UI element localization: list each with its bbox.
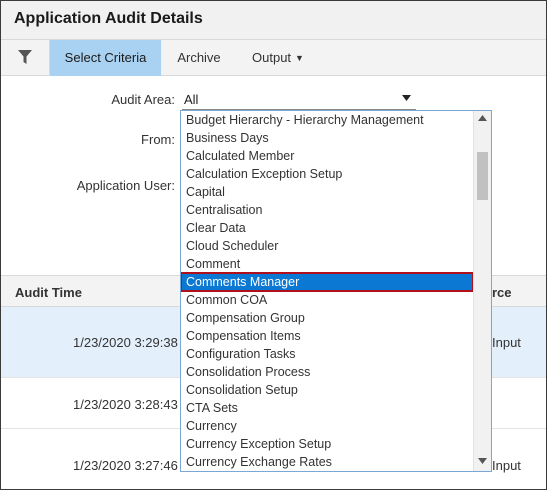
- toolbar: Select Criteria Archive Output ▼: [1, 40, 546, 76]
- column-header-source[interactable]: rce: [492, 285, 512, 300]
- dropdown-option[interactable]: Centralisation: [181, 201, 473, 219]
- dropdown-option[interactable]: Currency: [181, 417, 473, 435]
- tab-output[interactable]: Output ▼: [237, 40, 319, 76]
- source-cell: Input: [492, 335, 521, 350]
- dropdown-option[interactable]: Clear Data: [181, 219, 473, 237]
- dropdown-option[interactable]: Common COA: [181, 291, 473, 309]
- column-header-audit-time[interactable]: Audit Time: [15, 285, 82, 300]
- dropdown-option[interactable]: Currency Exchange Rates: [181, 453, 473, 471]
- filter-button[interactable]: [1, 40, 50, 76]
- dropdown-option[interactable]: Comment: [181, 255, 473, 273]
- dropdown-option[interactable]: Consolidation Setup: [181, 381, 473, 399]
- scrollbar-thumb[interactable]: [477, 152, 488, 200]
- tab-archive[interactable]: Archive: [161, 40, 237, 76]
- dropdown-options: Budget Hierarchy - Hierarchy Management …: [181, 111, 474, 471]
- tab-select-criteria[interactable]: Select Criteria: [50, 40, 161, 76]
- audit-time-cell: 1/23/2020 3:27:46 P: [73, 458, 191, 473]
- dropdown-option[interactable]: Compensation Items: [181, 327, 473, 345]
- dropdown-option[interactable]: Currency Exception Setup: [181, 435, 473, 453]
- dropdown-option[interactable]: CTA Sets: [181, 399, 473, 417]
- audit-time-cell: 1/23/2020 3:29:38 P: [73, 335, 191, 350]
- tab-select-criteria-label: Select Criteria: [64, 50, 147, 65]
- dropdown-option[interactable]: Consolidation Process: [181, 363, 473, 381]
- audit-area-select[interactable]: All: [182, 90, 416, 110]
- dropdown-option[interactable]: Cloud Scheduler: [181, 237, 473, 255]
- filter-icon: [18, 50, 32, 64]
- audit-area-label: Audit Area:: [111, 92, 175, 107]
- dropdown-option[interactable]: Configuration Tasks: [181, 345, 473, 363]
- audit-time-cell: 1/23/2020 3:28:43 P: [73, 397, 191, 412]
- scroll-down-arrow-icon[interactable]: [478, 458, 487, 464]
- audit-area-value: All: [184, 92, 199, 107]
- dropdown-option[interactable]: Budget Hierarchy - Hierarchy Management: [181, 111, 473, 129]
- source-cell: Input: [492, 458, 521, 473]
- dropdown-option-selected[interactable]: Comments Manager: [181, 272, 474, 292]
- window-title: Application Audit Details: [14, 10, 203, 27]
- dropdown-scrollbar[interactable]: [473, 111, 491, 471]
- audit-details-window: Application Audit Details Select Criteri…: [0, 0, 547, 490]
- dropdown-option[interactable]: Capital: [181, 183, 473, 201]
- dropdown-option[interactable]: Business Days: [181, 129, 473, 147]
- chevron-down-icon: [402, 95, 411, 101]
- title-bar: Application Audit Details: [1, 1, 546, 40]
- dropdown-option[interactable]: Calculation Exception Setup: [181, 165, 473, 183]
- caret-down-icon: ▼: [295, 53, 304, 63]
- application-user-label: Application User:: [76, 178, 175, 193]
- audit-area-dropdown-list[interactable]: Budget Hierarchy - Hierarchy Management …: [180, 110, 492, 472]
- scroll-up-arrow-icon[interactable]: [478, 115, 487, 121]
- dropdown-option[interactable]: Compensation Group: [181, 309, 473, 327]
- from-label: From:: [141, 132, 175, 147]
- tab-output-label: Output: [252, 50, 292, 65]
- tab-archive-label: Archive: [177, 50, 221, 65]
- dropdown-option[interactable]: Calculated Member: [181, 147, 473, 165]
